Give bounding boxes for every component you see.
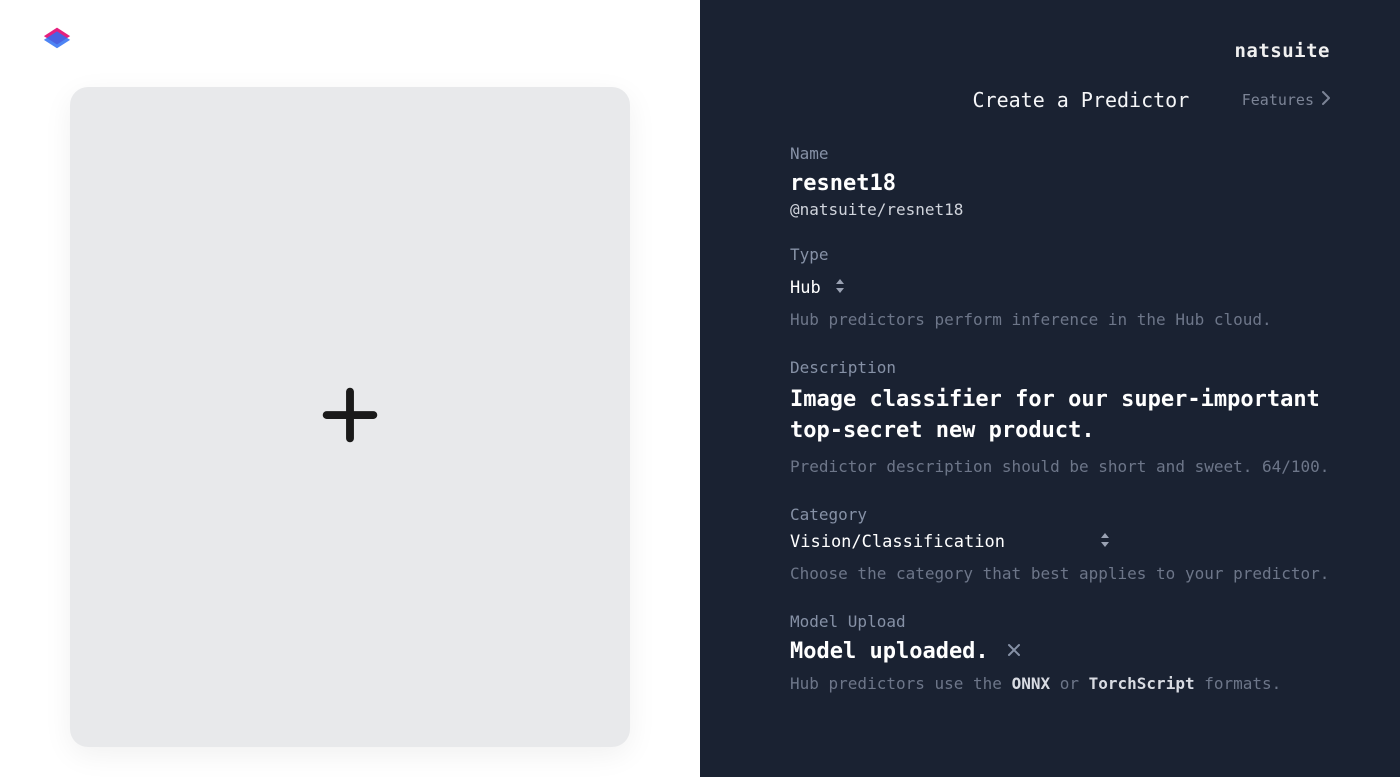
- brand-name: natsuite: [1234, 40, 1330, 62]
- upload-status: Model uploaded.: [790, 639, 989, 664]
- left-panel: [0, 0, 700, 777]
- features-label: Features: [1242, 91, 1314, 109]
- chevron-right-icon: [1322, 91, 1330, 109]
- updown-icon: [1100, 532, 1110, 551]
- category-value: Vision/Classification: [790, 532, 1005, 552]
- type-select[interactable]: Hub: [790, 278, 845, 298]
- page-title: Create a Predictor: [790, 88, 1242, 112]
- updown-icon: [835, 278, 845, 298]
- name-input[interactable]: resnet18: [790, 171, 1340, 196]
- description-input[interactable]: Image classifier for our super-important…: [790, 385, 1340, 447]
- model-upload-label: Model Upload: [790, 612, 1340, 631]
- description-field-group: Description Image classifier for our sup…: [790, 358, 1340, 479]
- model-upload-field-group: Model Upload Model uploaded. Hub predict…: [790, 612, 1340, 693]
- category-helper: Choose the category that best applies to…: [790, 562, 1340, 586]
- name-label: Name: [790, 144, 1340, 163]
- name-path: @natsuite/resnet18: [790, 200, 1340, 219]
- close-icon[interactable]: [1007, 642, 1021, 661]
- features-link[interactable]: Features: [1242, 91, 1330, 109]
- format-onnx: ONNX: [1012, 674, 1051, 693]
- logo-icon: [38, 22, 76, 52]
- right-panel: natsuite Create a Predictor Features Nam…: [700, 0, 1400, 777]
- format-torchscript: TorchScript: [1089, 674, 1195, 693]
- category-select[interactable]: Vision/Classification: [790, 532, 1110, 552]
- upload-status-row: Model uploaded.: [790, 639, 1340, 664]
- type-helper: Hub predictors perform inference in the …: [790, 308, 1340, 332]
- type-field-group: Type Hub Hub predictors perform inferenc…: [790, 245, 1340, 332]
- panel-header: Create a Predictor Features: [790, 88, 1340, 112]
- name-field-group: Name resnet18 @natsuite/resnet18: [790, 144, 1340, 219]
- category-field-group: Category Vision/Classification Choose th…: [790, 505, 1340, 586]
- plus-icon: [315, 380, 385, 454]
- upload-dropzone[interactable]: [70, 87, 630, 747]
- description-label: Description: [790, 358, 1340, 377]
- model-upload-helper: Hub predictors use the ONNX or TorchScri…: [790, 674, 1340, 693]
- category-label: Category: [790, 505, 1340, 524]
- type-value: Hub: [790, 278, 821, 298]
- type-label: Type: [790, 245, 1340, 264]
- description-helper: Predictor description should be short an…: [790, 455, 1340, 479]
